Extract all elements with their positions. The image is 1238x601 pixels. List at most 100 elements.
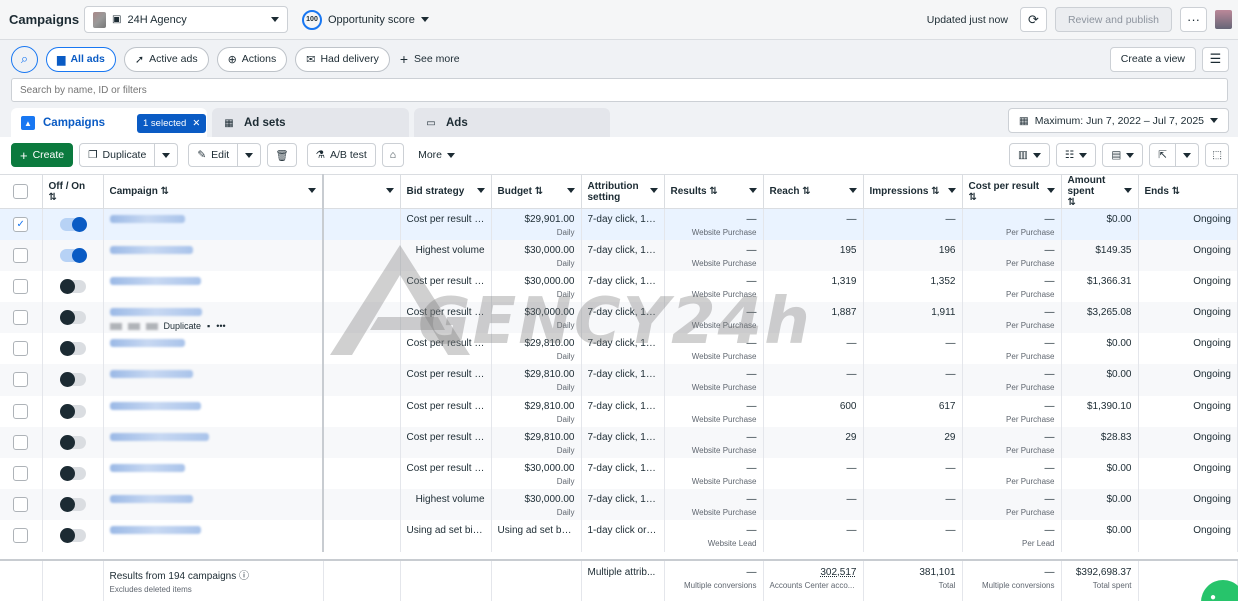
- info-icon[interactable]: ⓘ: [239, 571, 249, 582]
- chevron-down-icon[interactable]: [566, 188, 575, 193]
- chevron-down-icon[interactable]: [748, 188, 757, 193]
- table-row[interactable]: Highest volume $30,000.00 Daily 7-day click…: [0, 489, 1238, 521]
- breakdown-button[interactable]: ☷: [1055, 143, 1097, 167]
- campaign-name-link[interactable]: [109, 215, 185, 223]
- column-header-reach[interactable]: Reach ⇅: [763, 174, 864, 209]
- column-header-attribution[interactable]: Attribution setting: [581, 174, 665, 209]
- table-row[interactable]: Cost per result g... $29,810.00 Daily 7-day…: [0, 364, 1238, 396]
- budget-cell[interactable]: $30,000.00 Daily: [491, 458, 582, 490]
- column-header-budget[interactable]: Budget ⇅: [491, 174, 582, 209]
- table-row[interactable]: Cost per result g... $30,000.00 Daily 7-day…: [0, 458, 1238, 490]
- chevron-down-icon[interactable]: [1046, 188, 1055, 193]
- filter-active-ads[interactable]: ➚ Active ads: [123, 46, 209, 72]
- delete-button[interactable]: 🗑: [267, 143, 297, 167]
- row-checkbox[interactable]: [13, 434, 29, 450]
- row-checkbox[interactable]: [13, 310, 29, 326]
- campaign-toggle[interactable]: [59, 310, 86, 326]
- footer-reach-value[interactable]: 302,517: [770, 567, 856, 578]
- budget-cell[interactable]: $30,000.00 Daily: [491, 270, 582, 303]
- table-row[interactable]: ✓ Cost per result g... $29,901.00 Daily 7-da…: [0, 208, 1238, 240]
- campaign-name-cell[interactable]: [103, 426, 324, 458]
- export-dropdown[interactable]: [1176, 143, 1200, 167]
- chart-icon[interactable]: ▪: [207, 321, 210, 331]
- column-header-cost-per-result[interactable]: Cost per result ⇅: [962, 174, 1062, 209]
- row-checkbox[interactable]: [13, 528, 29, 544]
- chevron-down-icon[interactable]: [848, 188, 857, 193]
- filter-had-delivery[interactable]: ✉ Had delivery: [295, 46, 390, 72]
- column-header-delivery[interactable]: [323, 174, 401, 209]
- row-checkbox[interactable]: [13, 466, 29, 481]
- budget-cell[interactable]: $29,810.00 Daily: [491, 333, 582, 365]
- row-checkbox[interactable]: [13, 497, 29, 513]
- edit-button[interactable]: ✎ Edit: [188, 143, 239, 167]
- opportunity-score[interactable]: 100 Opportunity score: [302, 9, 429, 30]
- table-row[interactable]: Cost per result g... $29,810.00 Daily 7-day…: [0, 426, 1238, 458]
- campaign-name-link[interactable]: [109, 339, 185, 348]
- campaign-toggle[interactable]: [59, 528, 86, 544]
- campaign-toggle[interactable]: [59, 341, 86, 357]
- selected-chip[interactable]: 1 selected ✕: [137, 113, 207, 133]
- campaign-name-cell[interactable]: [103, 239, 324, 271]
- more-button[interactable]: More: [410, 143, 464, 167]
- budget-cell[interactable]: $30,000.00 Daily: [491, 489, 582, 521]
- campaign-name-link[interactable]: [109, 276, 201, 285]
- campaign-toggle[interactable]: [59, 403, 86, 419]
- filter-actions[interactable]: ⊕ Actions: [216, 46, 288, 72]
- tag-button[interactable]: ⌂: [381, 143, 405, 167]
- chevron-down-icon[interactable]: [308, 188, 316, 193]
- campaign-name-link[interactable]: [109, 308, 202, 317]
- row-checkbox[interactable]: ✓: [13, 217, 29, 232]
- select-all-checkbox[interactable]: [13, 184, 29, 199]
- campaign-toggle[interactable]: [59, 217, 87, 232]
- chevron-down-icon[interactable]: [1123, 188, 1132, 193]
- campaign-name-link[interactable]: [109, 526, 201, 535]
- export-button[interactable]: ⇱: [1149, 143, 1177, 167]
- chevron-down-icon[interactable]: [385, 188, 394, 193]
- table-row[interactable]: Duplicate ▪ ••• Cost per result g... $30,000…: [0, 302, 1238, 334]
- budget-cell[interactable]: $30,000.00 Daily: [491, 239, 582, 271]
- search-button[interactable]: ⌕: [11, 45, 38, 73]
- row-checkbox[interactable]: [13, 341, 29, 357]
- campaign-name-cell[interactable]: [103, 520, 324, 552]
- reports-button[interactable]: ▤: [1102, 143, 1144, 167]
- budget-cell[interactable]: Using ad set bud...: [491, 520, 582, 552]
- column-header-impressions[interactable]: Impressions ⇅: [863, 174, 963, 209]
- duplicate-row-button[interactable]: Duplicate: [164, 321, 202, 331]
- campaign-toggle[interactable]: [59, 466, 86, 481]
- campaign-name-link[interactable]: [109, 370, 193, 379]
- budget-cell[interactable]: $29,810.00 Daily: [491, 364, 582, 396]
- campaign-name-cell[interactable]: Duplicate ▪ •••: [103, 302, 324, 334]
- table-row[interactable]: Cost per result g... $29,810.00 Daily 7-day…: [0, 395, 1238, 427]
- more-options-button[interactable]: ···: [1180, 7, 1207, 32]
- search-input[interactable]: [11, 78, 1228, 102]
- campaign-name-link[interactable]: [109, 464, 185, 472]
- campaign-name-cell[interactable]: [103, 208, 324, 240]
- tab-ad-sets[interactable]: ▦ Ad sets: [212, 108, 409, 138]
- campaign-name-link[interactable]: [109, 245, 193, 254]
- tab-campaigns[interactable]: ▲ Campaigns 1 selected ✕: [11, 108, 207, 138]
- duplicate-dropdown[interactable]: [155, 143, 179, 167]
- budget-cell[interactable]: $29,901.00 Daily: [491, 208, 582, 240]
- filter-all-ads[interactable]: ▆ All ads: [46, 46, 116, 72]
- budget-cell[interactable]: $29,810.00 Daily: [491, 395, 582, 427]
- campaign-toggle[interactable]: [59, 247, 87, 263]
- row-checkbox[interactable]: [13, 247, 29, 263]
- table-row[interactable]: Cost per result g... $29,810.00 Daily 7-day…: [0, 333, 1238, 365]
- chevron-down-icon[interactable]: [476, 188, 485, 193]
- customize-button[interactable]: ☰: [1202, 46, 1229, 72]
- see-more-button[interactable]: + See more: [400, 51, 460, 67]
- user-avatar[interactable]: [1215, 10, 1232, 29]
- row-checkbox[interactable]: [13, 372, 29, 388]
- create-view-button[interactable]: Create a view: [1109, 46, 1196, 72]
- campaign-name-cell[interactable]: [103, 364, 324, 396]
- budget-cell[interactable]: $29,810.00 Daily: [491, 426, 582, 458]
- more-icon[interactable]: •••: [216, 321, 225, 331]
- ab-test-button[interactable]: ⚗ A/B test: [306, 143, 376, 167]
- campaign-toggle[interactable]: [59, 497, 86, 513]
- table-row[interactable]: Cost per result g... $30,000.00 Daily 7-day…: [0, 270, 1238, 303]
- chevron-down-icon[interactable]: [649, 188, 658, 193]
- campaign-toggle[interactable]: [59, 278, 86, 294]
- column-header-bid-strategy[interactable]: Bid strategy: [400, 174, 492, 209]
- campaign-toggle[interactable]: [59, 434, 86, 450]
- campaign-name-link[interactable]: [109, 432, 209, 441]
